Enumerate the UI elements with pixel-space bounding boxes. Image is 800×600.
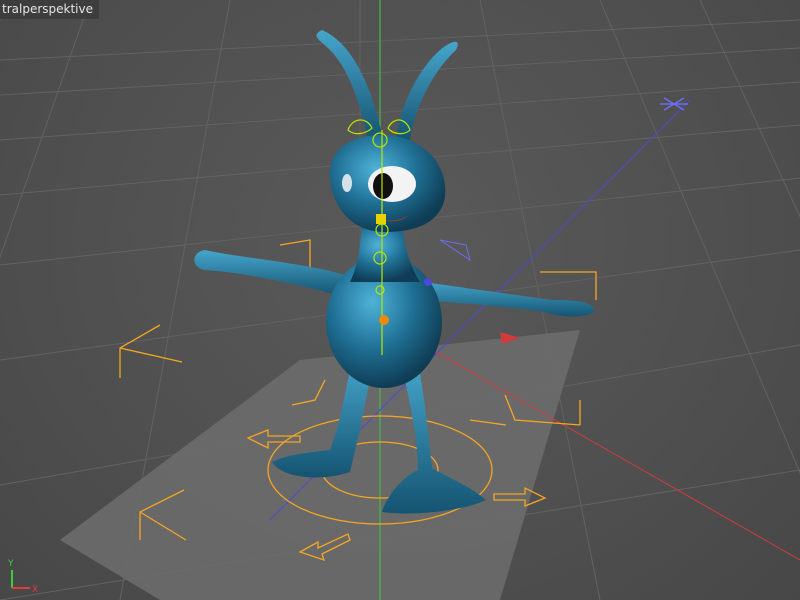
scene-canvas[interactable]	[0, 0, 800, 600]
viewport-title[interactable]: tralperspektive	[0, 0, 99, 19]
axis-gizmo-icon: Y X	[7, 559, 38, 595]
character-pivot[interactable]	[379, 315, 389, 325]
object-axis-handle[interactable]	[424, 278, 432, 286]
z-axis-handle	[439, 239, 471, 262]
3d-viewport[interactable]: tralperspektive Y X	[0, 0, 800, 600]
light-icon[interactable]	[660, 97, 688, 111]
axis-y-label: Y	[7, 559, 14, 569]
axis-x-label: X	[32, 585, 38, 595]
